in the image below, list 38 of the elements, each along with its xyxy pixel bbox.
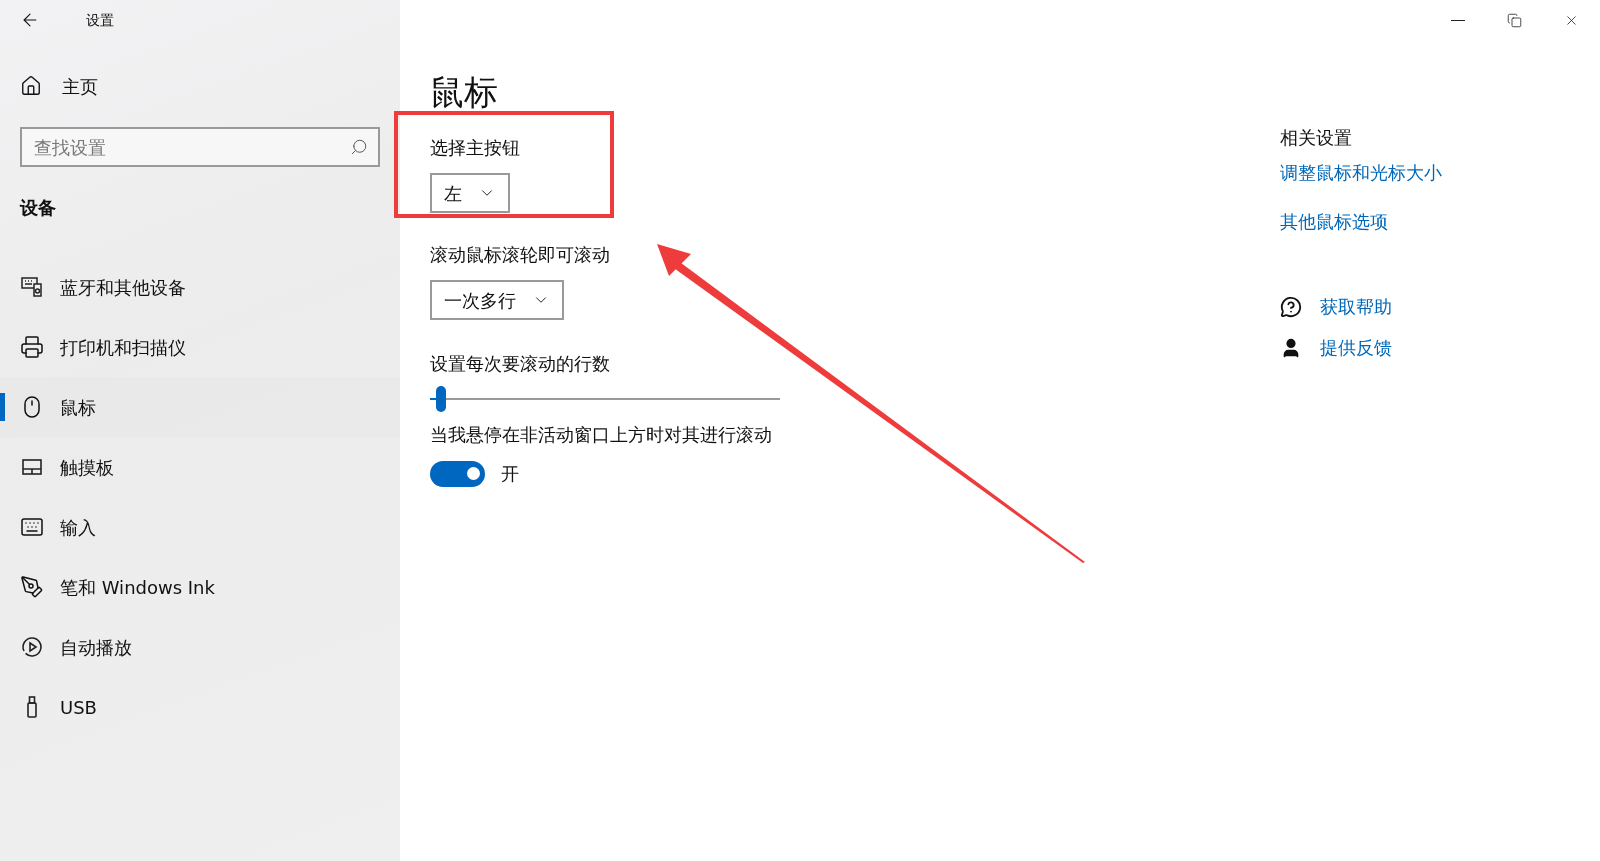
window-title: 设置 bbox=[86, 10, 114, 30]
devices-icon bbox=[20, 275, 44, 299]
page-title: 鼠标 bbox=[430, 71, 498, 114]
play-icon bbox=[20, 635, 44, 659]
dropdown[interactable]: 左 bbox=[430, 173, 510, 213]
home-icon bbox=[20, 75, 42, 97]
settings-link[interactable]: 其他鼠标选项 bbox=[1280, 208, 1388, 235]
help-link[interactable]: 提供反馈 bbox=[1320, 334, 1392, 361]
pen-icon bbox=[20, 575, 44, 599]
sidebar-item[interactable]: 蓝牙和其他设备 bbox=[0, 257, 400, 317]
selection-indicator bbox=[0, 393, 5, 421]
minimize-icon bbox=[1450, 19, 1465, 21]
related-heading: 相关设置 bbox=[1280, 126, 1352, 150]
dropdown[interactable]: 一次多行 bbox=[430, 280, 564, 320]
sidebar-item[interactable]: 自动播放 bbox=[0, 617, 400, 677]
help-chat-icon bbox=[1280, 295, 1302, 318]
section-heading: 设备 bbox=[20, 196, 57, 220]
help-link[interactable]: 获取帮助 bbox=[1320, 293, 1392, 320]
setting-label: 设置每次要滚动的行数 bbox=[430, 352, 610, 376]
printer-icon bbox=[20, 335, 44, 359]
sidebar-item[interactable]: 打印机和扫描仪 bbox=[0, 317, 400, 377]
slider-track[interactable] bbox=[430, 387, 780, 411]
toggle-state: 开 bbox=[501, 462, 519, 486]
setting-label: 当我悬停在非活动窗口上方时对其进行滚动 bbox=[430, 423, 772, 447]
search-icon bbox=[350, 138, 368, 156]
home-link[interactable]: 主页 bbox=[20, 71, 400, 101]
sidebar-item[interactable]: 触摸板 bbox=[0, 437, 400, 497]
setting-label: 选择主按钮 bbox=[430, 136, 520, 160]
toggle-switch[interactable] bbox=[430, 460, 485, 487]
settings-link[interactable]: 调整鼠标和光标大小 bbox=[1280, 159, 1442, 186]
sidebar-item[interactable]: 笔和 Windows Ink bbox=[0, 557, 400, 617]
search-field[interactable]: 查找设置 bbox=[20, 127, 380, 167]
slider-thumb[interactable] bbox=[435, 386, 446, 412]
setting-label: 滚动鼠标滚轮即可滚动 bbox=[430, 243, 610, 267]
sidebar-item[interactable]: 输入 bbox=[0, 497, 400, 557]
restore-icon bbox=[1507, 12, 1522, 28]
sidebar-item[interactable]: USB bbox=[0, 677, 400, 737]
keyboard-icon bbox=[20, 515, 44, 539]
